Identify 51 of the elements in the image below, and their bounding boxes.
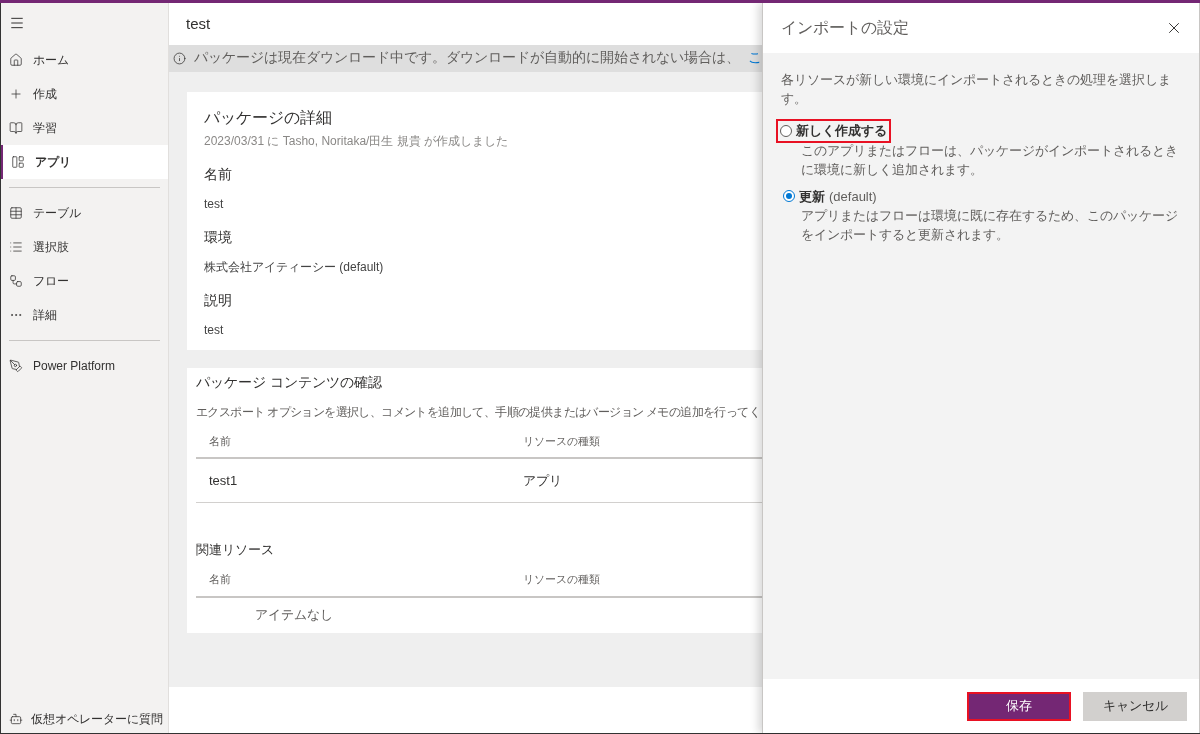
option-description: このアプリまたはフローは、パッケージがインポートされるときに環境に新しく追加されます。 — [800, 141, 1179, 179]
column-header: 名前 — [208, 572, 232, 588]
table-cell-text: test1 — [208, 471, 239, 490]
layout-icon — [11, 155, 25, 169]
column-header: リソースの種類 — [523, 572, 600, 588]
card-title: パッケージの詳細 — [204, 108, 333, 128]
nav-item[interactable]: アプリ — [1, 145, 168, 179]
save-button[interactable]: 保存 — [967, 691, 1071, 721]
plus-icon — [9, 87, 23, 101]
empty-message: アイテムなし — [255, 605, 333, 624]
menu-icon — [9, 15, 25, 31]
field-label: 名前 — [204, 165, 233, 184]
table-icon — [9, 206, 23, 220]
banner-text: パッケージは現在ダウンロード中です。ダウンロードが自動的に開始されない場合は、 — [194, 49, 740, 68]
nav-item[interactable]: 学習 — [1, 111, 168, 145]
radio-button[interactable] — [780, 124, 792, 137]
home-icon — [9, 53, 23, 67]
field-value: 株式会社アイティーシー (default) — [204, 259, 385, 276]
section-title: 関連リソース — [196, 541, 275, 559]
flow-icon — [9, 274, 23, 288]
nav-item[interactable]: ホーム — [1, 43, 168, 77]
bot-icon — [9, 712, 23, 726]
book-icon — [9, 121, 23, 135]
nav-item[interactable]: Power Platform — [1, 349, 168, 383]
nav-item[interactable]: 仮想オペレーターに質問 — [1, 705, 168, 733]
cancel-button[interactable]: キャンセル — [1083, 691, 1187, 721]
field-label: 環境 — [204, 228, 233, 247]
field-label: 説明 — [204, 291, 233, 310]
nav-item[interactable]: 作成 — [1, 77, 168, 111]
panel-title: インポートの設定 — [781, 18, 909, 38]
info-icon — [173, 49, 186, 68]
nav-item[interactable]: テーブル — [1, 196, 168, 230]
list-icon — [9, 240, 23, 254]
nav-item[interactable]: フロー — [1, 264, 168, 298]
field-value: test — [204, 196, 225, 213]
column-header: 名前 — [208, 433, 232, 449]
table-cell-text: アプリ — [523, 471, 562, 490]
radio-button[interactable] — [783, 190, 795, 203]
column-header: リソースの種類 — [523, 433, 600, 449]
nav-item[interactable]: 選択肢 — [1, 230, 168, 264]
section-description: エクスポート オプションを選択し、コメントを追加して、手順の提供またはバージョン メモの追加を行ってく — [196, 404, 762, 421]
pen-icon — [9, 359, 23, 373]
section-title: パッケージ コンテンツの確認 — [196, 373, 383, 392]
nav-item[interactable]: 詳細 — [1, 298, 168, 332]
created-info: 2023/03/31 に Tasho, Noritaka/田生 規貴 が作成しました — [204, 133, 510, 150]
field-value: test — [204, 322, 225, 339]
radio-option[interactable]: 更新 (default) — [781, 186, 879, 206]
option-description: アプリまたはフローは環境に既に存在するため、このパッケージをインポートすると更新されます。 — [800, 207, 1179, 244]
panel-intro: 各リソースが新しい環境にインポートされるときの処理を選択します。 — [781, 71, 1172, 108]
page-title: test — [186, 13, 211, 34]
radio-option[interactable]: 新しく作成する — [778, 121, 889, 141]
